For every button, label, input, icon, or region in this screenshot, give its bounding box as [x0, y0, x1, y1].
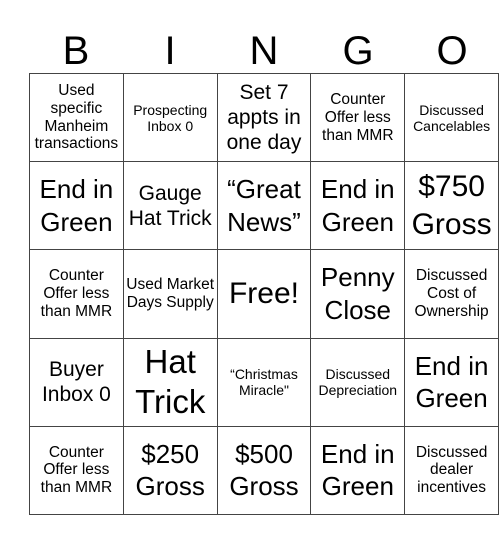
bingo-cell[interactable]: Discussed Depreciation: [311, 338, 406, 427]
bingo-cell[interactable]: Counter Offer less than MMR: [30, 426, 124, 515]
bingo-cell[interactable]: Hat Trick: [123, 338, 218, 427]
bingo-cell[interactable]: $500 Gross: [217, 426, 312, 515]
header-letter-g: G: [342, 28, 374, 73]
bingo-cell[interactable]: $250 Gross: [123, 426, 218, 515]
bingo-cell[interactable]: Discussed Cost of Ownership: [405, 250, 499, 339]
bingo-cell[interactable]: Penny Close: [311, 250, 406, 339]
bingo-cell[interactable]: Buyer Inbox 0: [30, 338, 124, 427]
header-letter-i: I: [164, 28, 176, 73]
bingo-cell[interactable]: Prospecting Inbox 0: [123, 74, 218, 163]
bingo-cell[interactable]: Gauge Hat Trick: [123, 162, 218, 251]
header-letter-b: B: [62, 28, 90, 73]
free-space-cell[interactable]: Free!: [217, 250, 312, 339]
bingo-cell[interactable]: Counter Offer less than MMR: [30, 250, 124, 339]
bingo-cell[interactable]: Set 7 appts in one day: [217, 74, 312, 163]
bingo-header: B I N G O: [29, 20, 499, 73]
bingo-cell[interactable]: Discussed dealer incentives: [405, 426, 499, 515]
header-letter-o: O: [436, 28, 468, 73]
bingo-cell[interactable]: End in Green: [311, 426, 406, 515]
bingo-cell[interactable]: “Christmas Miracle": [217, 338, 312, 427]
bingo-cell[interactable]: Used specific Manheim transactions: [30, 74, 124, 163]
bingo-cell[interactable]: Counter Offer less than MMR: [311, 74, 406, 163]
bingo-cell[interactable]: Used Market Days Supply: [123, 250, 218, 339]
bingo-cell[interactable]: Discussed Cancelables: [405, 74, 499, 163]
bingo-cell[interactable]: $750 Gross: [405, 162, 499, 251]
bingo-cell[interactable]: End in Green: [405, 338, 499, 427]
bingo-card-grid: Used specific Manheim transactions Prosp…: [29, 73, 499, 515]
bingo-cell[interactable]: “Great News”: [217, 162, 312, 251]
header-letter-n: N: [249, 28, 279, 73]
bingo-cell[interactable]: End in Green: [30, 162, 124, 251]
bingo-cell[interactable]: End in Green: [311, 162, 406, 251]
